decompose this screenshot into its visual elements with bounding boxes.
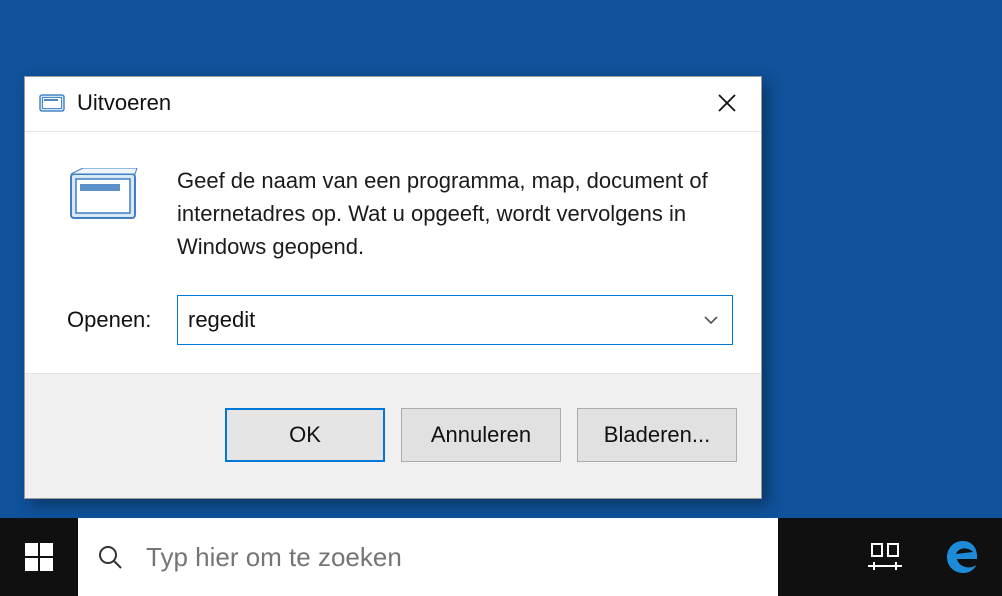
cancel-button[interactable]: Annuleren (401, 408, 561, 462)
taskbar (0, 518, 1002, 596)
search-icon (96, 543, 124, 571)
chevron-down-icon[interactable] (700, 309, 722, 331)
open-label: Openen: (47, 275, 167, 333)
titlebar-left: Uitvoeren (39, 90, 171, 116)
start-button[interactable] (0, 518, 78, 596)
close-icon (717, 93, 737, 113)
edge-icon (943, 537, 983, 577)
dialog-content: Geef de naam van een programma, map, doc… (25, 132, 761, 373)
open-combo-wrap (177, 263, 733, 345)
run-dialog-small-icon (39, 92, 65, 114)
dialog-buttons: OK Annuleren Bladeren... (25, 373, 761, 498)
run-large-icon (47, 164, 167, 263)
close-button[interactable] (707, 85, 747, 121)
task-view-icon (868, 542, 902, 572)
open-input[interactable] (188, 296, 700, 344)
edge-button[interactable] (924, 518, 1002, 596)
titlebar: Uitvoeren (25, 77, 761, 132)
task-view-button[interactable] (846, 518, 924, 596)
dialog-title: Uitvoeren (77, 90, 171, 116)
taskbar-search[interactable] (78, 518, 778, 596)
browse-button[interactable]: Bladeren... (577, 408, 737, 462)
run-dialog: Uitvoeren Geef de naam van een programma… (24, 76, 762, 499)
search-input[interactable] (146, 542, 760, 573)
open-combobox[interactable] (177, 295, 733, 345)
dialog-description: Geef de naam van een programma, map, doc… (177, 164, 733, 263)
windows-icon (23, 541, 55, 573)
ok-button[interactable]: OK (225, 408, 385, 462)
taskbar-right (846, 518, 1002, 596)
